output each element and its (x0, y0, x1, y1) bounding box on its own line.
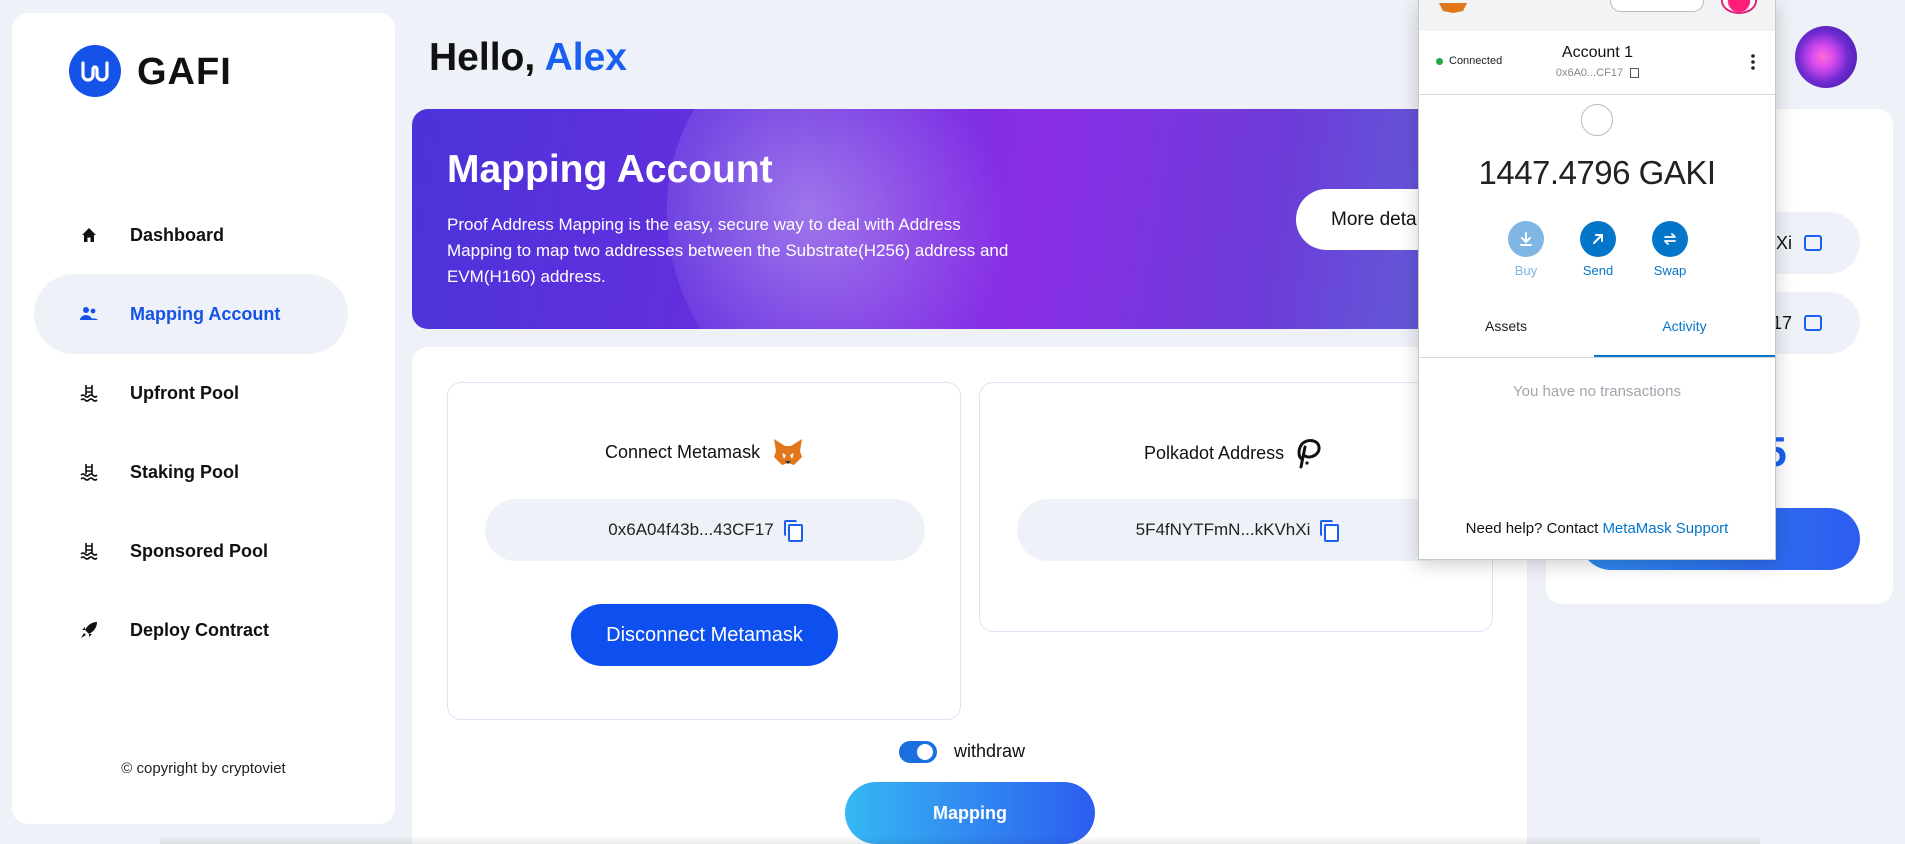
metamask-title-text: Connect Metamask (605, 441, 761, 462)
token-icon (1581, 104, 1613, 136)
metamask-box-title: Connect Metamask (605, 437, 804, 467)
banner-title: Mapping Account (447, 148, 773, 191)
send-button[interactable] (1580, 221, 1616, 257)
copy-icon[interactable] (1320, 520, 1340, 542)
connection-status[interactable]: Connected (1436, 55, 1502, 67)
gafi-logo-icon (69, 45, 121, 97)
pool-icon (78, 461, 100, 483)
copy-icon[interactable] (783, 520, 803, 542)
sidebar-item-dashboard[interactable]: Dashboard (34, 195, 348, 275)
metamask-support-link[interactable]: MetaMask Support (1602, 520, 1728, 537)
token-balance: 1447.4796 GAKI (1478, 154, 1716, 191)
active-tab-indicator (1594, 355, 1775, 357)
polkadot-icon (1296, 437, 1322, 469)
status-text: Connected (1449, 55, 1503, 67)
withdraw-label: withdraw (954, 741, 1026, 761)
send-label: Send (1582, 263, 1614, 278)
status-dot-icon (1436, 57, 1443, 65)
account-options-icon[interactable] (1751, 54, 1755, 70)
empty-activity-message: You have no transactions (1513, 383, 1681, 400)
download-icon (1520, 232, 1532, 246)
network-selector[interactable] (1610, 0, 1704, 12)
arrow-up-right-icon (1593, 234, 1603, 244)
home-icon (78, 224, 100, 246)
tab-assets[interactable]: Assets (1419, 318, 1593, 334)
swap-label: Swap (1653, 263, 1687, 278)
polkadot-address-text: 5F4fNYTFmN...kKVhXi (1135, 520, 1311, 539)
sidebar-item-label: Dashboard (130, 224, 225, 245)
tab-activity[interactable]: Activity (1594, 318, 1775, 334)
rocket-icon (78, 619, 100, 641)
users-icon (78, 303, 100, 325)
page-greeting: Hello, Alex (429, 36, 627, 80)
divider (1419, 94, 1775, 95)
sidebar-item-label: Deploy Contract (130, 619, 270, 640)
polkadot-box: Polkadot Address 5F4fNYTFmN...kKVhXi (979, 382, 1493, 632)
wallet-icon (1804, 315, 1822, 331)
pool-icon (78, 382, 100, 404)
wallet-icon (1804, 235, 1822, 251)
sidebar-item-sponsored-pool[interactable]: Sponsored Pool (34, 511, 348, 591)
polkadot-title-text: Polkadot Address (1144, 442, 1285, 463)
metamask-logo-icon (1437, 0, 1469, 13)
disconnect-metamask-button[interactable]: Disconnect Metamask (571, 604, 838, 666)
metamask-popup (1418, 0, 1776, 560)
bottom-shadow (160, 836, 1760, 844)
metamask-fox-icon (772, 437, 804, 467)
sidebar-item-upfront-pool[interactable]: Upfront Pool (34, 353, 348, 433)
polkadot-address-pill[interactable]: 5F4fNYTFmN...kKVhXi (1017, 499, 1457, 561)
metamask-address-pill[interactable]: 0x6A04f43b...43CF17 (485, 499, 925, 561)
pool-icon (78, 540, 100, 562)
sidebar-item-label: Staking Pool (130, 461, 240, 482)
brand-name: GAFI (137, 51, 232, 93)
sidebar-item-deploy-contract[interactable]: Deploy Contract (34, 590, 348, 670)
greeting-text: Hello, (429, 36, 536, 79)
buy-label: Buy (1514, 263, 1538, 278)
swap-icon (1664, 233, 1676, 245)
copyright-text: © copyright by cryptoviet (121, 760, 286, 777)
divider (1419, 357, 1775, 358)
withdraw-toggle-knob[interactable] (917, 744, 933, 760)
account-address-text: 0x6A0...CF17 (1555, 67, 1624, 79)
account-name[interactable]: Account 1 (1520, 44, 1675, 62)
account-address[interactable]: 0x6A0...CF17 (1520, 67, 1675, 79)
help-prefix: Need help? Contact (1465, 520, 1599, 537)
polkadot-box-title: Polkadot Address (1144, 437, 1322, 469)
avatar[interactable] (1795, 26, 1857, 88)
sidebar-item-staking-pool[interactable]: Staking Pool (34, 432, 348, 512)
buy-button[interactable] (1508, 221, 1544, 257)
banner-description: Proof Address Mapping is the easy, secur… (447, 215, 1009, 286)
sidebar-item-label: Mapping Account (130, 303, 281, 324)
metamask-box: Connect Metamask 0x6A04f43b...43CF17 (447, 382, 961, 720)
copy-icon (1630, 68, 1640, 79)
help-text: Need help? Contact MetaMask Support (1419, 520, 1775, 537)
sidebar-item-label: Upfront Pool (130, 382, 239, 403)
mapping-button[interactable]: Mapping (845, 782, 1095, 844)
swap-button[interactable] (1652, 221, 1688, 257)
metamask-address-text: 0x6A04f43b...43CF17 (608, 520, 774, 539)
sidebar-item-mapping-account[interactable]: Mapping Account (34, 274, 348, 354)
sidebar-item-label: Sponsored Pool (130, 540, 269, 561)
user-name: Alex (544, 36, 627, 79)
